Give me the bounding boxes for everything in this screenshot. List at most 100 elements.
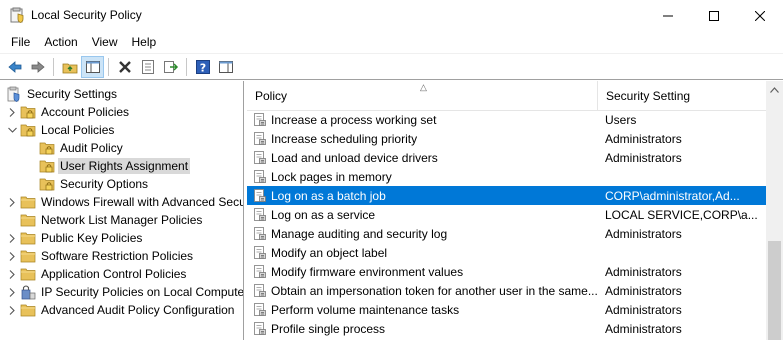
policy-name: Profile single process <box>271 321 386 336</box>
security-settings-icon <box>6 86 22 102</box>
show-hide-tree-icon <box>85 60 100 73</box>
tree-item[interactable]: Network List Manager Policies <box>6 211 204 229</box>
policy-row[interactable]: Obtain an impersonation token for anothe… <box>247 281 766 300</box>
up-one-level-button[interactable] <box>58 56 81 78</box>
security-setting-value: Administrators <box>605 321 682 336</box>
folder-icon <box>20 248 36 264</box>
chevron-right-icon[interactable] <box>6 250 18 262</box>
toolbar: ? <box>0 53 783 80</box>
policy-icon <box>253 112 267 127</box>
chevron-right-icon[interactable] <box>6 196 18 208</box>
policy-row[interactable]: Increase a process working set Users <box>247 110 766 129</box>
tree-item[interactable]: Security Options <box>25 175 150 193</box>
properties-button[interactable] <box>136 56 159 78</box>
vertical-scrollbar[interactable] <box>766 81 783 340</box>
policy-row[interactable]: Load and unload device drivers Administra… <box>247 148 766 167</box>
policy-name: Modify an object label <box>271 245 388 260</box>
show-hide-action-pane-button[interactable] <box>214 56 237 78</box>
export-list-button[interactable] <box>159 56 182 78</box>
forward-arrow-icon <box>31 60 45 73</box>
column-header-security-setting[interactable]: Security Setting <box>598 81 766 111</box>
list-header: Policy △ Security Setting <box>247 81 766 111</box>
toolbar-separator <box>108 57 109 76</box>
column-header-policy[interactable]: Policy △ <box>247 81 598 111</box>
menu-action[interactable]: Action <box>37 32 84 52</box>
policy-icon <box>253 226 267 241</box>
menu-help[interactable]: Help <box>125 32 164 52</box>
security-setting-value: Administrators <box>605 302 682 317</box>
policy-list[interactable]: Policy △ Security Setting Increase a pro… <box>247 81 783 340</box>
policy-name: Obtain an impersonation token for anothe… <box>271 283 598 298</box>
tree-item-label: Security Options <box>60 177 149 191</box>
policy-row[interactable]: Log on as a batch job CORP\administrator,… <box>247 186 766 205</box>
policy-row[interactable]: Increase scheduling priority Administrato… <box>247 129 766 148</box>
maximize-button[interactable] <box>691 0 737 31</box>
chevron-right-icon[interactable] <box>6 286 18 298</box>
folder-icon <box>20 302 36 318</box>
console-tree[interactable]: Security Settings Account Policies Local P… <box>0 81 244 340</box>
policy-icon <box>253 245 267 260</box>
policy-icon <box>253 302 267 317</box>
tree-item[interactable]: Audit Policy <box>25 139 125 157</box>
scroll-up-button[interactable] <box>766 81 783 98</box>
policy-name: Load and unload device drivers <box>271 150 438 165</box>
security-setting-value: Administrators <box>605 131 682 146</box>
policy-name: Lock pages in memory <box>271 169 392 184</box>
menu-file[interactable]: File <box>4 32 37 52</box>
delete-button[interactable] <box>113 56 136 78</box>
chevron-right-icon[interactable] <box>6 106 18 118</box>
policy-row[interactable]: Lock pages in memory <box>247 167 766 186</box>
folder-lock-icon <box>20 104 36 120</box>
chevron-right-icon[interactable] <box>6 304 18 316</box>
policy-icon <box>253 283 267 298</box>
scroll-thumb[interactable] <box>768 241 781 340</box>
tree-item[interactable]: User Rights Assignment <box>25 157 191 175</box>
tree-item[interactable]: Advanced Audit Policy Configuration <box>6 301 236 319</box>
folder-lock-icon <box>39 158 55 174</box>
tree-item[interactable]: Local Policies <box>6 121 116 139</box>
toolbar-separator <box>186 57 187 76</box>
tree-item-label: Audit Policy <box>60 141 123 155</box>
tree-item[interactable]: Account Policies <box>6 103 131 121</box>
tree-item[interactable]: Application Control Policies <box>6 265 188 283</box>
close-button[interactable] <box>737 0 783 31</box>
tree-item-label: Account Policies <box>41 105 130 119</box>
policy-icon <box>253 131 267 146</box>
policy-row[interactable]: Profile single process Administrators <box>247 319 766 338</box>
policy-row[interactable]: Perform volume maintenance tasks Administ… <box>247 300 766 319</box>
tree-item-label: Application Control Policies <box>41 267 187 281</box>
chevron-right-icon[interactable] <box>6 232 18 244</box>
folder-icon <box>20 266 36 282</box>
maximize-icon <box>709 10 719 21</box>
tree-item[interactable]: IP Security Policies on Local Compute <box>6 283 244 301</box>
security-setting-value: Administrators <box>605 150 682 165</box>
policy-row[interactable]: Modify firmware environment values Admini… <box>247 262 766 281</box>
menu-view[interactable]: View <box>85 32 125 52</box>
tree-item-label: Advanced Audit Policy Configuration <box>41 303 235 317</box>
tree-item-label: IP Security Policies on Local Compute <box>41 285 244 299</box>
security-setting-value: Users <box>605 112 637 127</box>
policy-name: Log on as a service <box>271 207 376 222</box>
back-button[interactable] <box>3 56 26 78</box>
minimize-button[interactable] <box>645 0 691 31</box>
menu-bar: File Action View Help <box>0 31 783 53</box>
chevron-right-icon[interactable] <box>6 268 18 280</box>
policy-row[interactable]: Log on as a service LOCAL SERVICE,CORP\a.… <box>247 205 766 224</box>
policy-row[interactable]: Modify an object label <box>247 243 766 262</box>
show-hide-console-tree-button[interactable] <box>81 55 104 78</box>
folder-lock-icon <box>39 140 55 156</box>
tree-item[interactable]: Public Key Policies <box>6 229 144 247</box>
tree-item[interactable]: Security Settings <box>4 85 119 103</box>
forward-button[interactable] <box>26 56 49 78</box>
tree-item[interactable]: Windows Firewall with Advanced Secu <box>6 193 243 211</box>
chevron-down-icon[interactable] <box>6 124 18 136</box>
security-setting-value: Administrators <box>605 226 682 241</box>
folder-icon <box>20 230 36 246</box>
tree-item[interactable]: Software Restriction Policies <box>6 247 195 265</box>
policy-name: Log on as a batch job <box>271 188 386 203</box>
policy-row[interactable]: Manage auditing and security log Administ… <box>247 224 766 243</box>
folder-lock-icon <box>39 176 55 192</box>
tree-item-label: Software Restriction Policies <box>41 249 194 263</box>
help-button[interactable]: ? <box>191 56 214 78</box>
